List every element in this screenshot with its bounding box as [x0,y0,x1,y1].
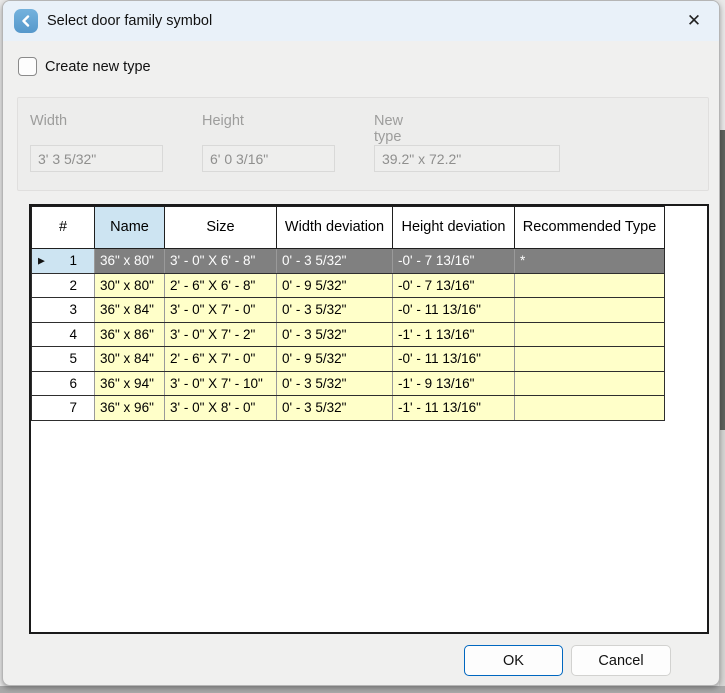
create-new-type-checkbox[interactable] [18,57,37,76]
cell-size[interactable]: 3' - 0" X 6' - 8" [165,249,277,274]
row-number: 4 [69,327,77,342]
table-row[interactable]: ▶5 30" x 84" 2' - 6" X 7' - 0" 0' - 9 5/… [32,347,665,372]
header-name[interactable]: Name [95,207,165,249]
cell-name[interactable]: 36" x 84" [95,298,165,323]
cell-name[interactable]: 36" x 80" [95,249,165,274]
row-selector-arrow-icon: ▶ [38,255,45,266]
background-shadow-strip [0,686,725,693]
row-number-cell[interactable]: ▶6 [32,371,95,396]
app-back-chevron-icon [14,9,38,33]
row-number: 1 [69,253,77,268]
header-width-deviation[interactable]: Width deviation [277,207,393,249]
height-input[interactable]: 6' 0 3/16" [202,145,335,172]
cell-width-deviation[interactable]: 0' - 3 5/32" [277,371,393,396]
table-row[interactable]: ▶2 30" x 80" 2' - 6" X 6' - 8" 0' - 9 5/… [32,273,665,298]
cell-recommended-type[interactable] [515,273,665,298]
cell-size[interactable]: 2' - 6" X 7' - 0" [165,347,277,372]
cell-recommended-type[interactable] [515,298,665,323]
create-new-type-label: Create new type [45,59,151,75]
height-label: Height [202,113,244,129]
cell-size[interactable]: 3' - 0" X 7' - 10" [165,371,277,396]
create-new-type-option[interactable]: Create new type [18,57,151,76]
row-number-cell[interactable]: ▶4 [32,322,95,347]
width-input[interactable]: 3' 3 5/32" [30,145,163,172]
row-number-cell[interactable]: ▶1 [32,249,95,274]
cell-width-deviation[interactable]: 0' - 3 5/32" [277,249,393,274]
cell-recommended-type[interactable] [515,347,665,372]
cell-size[interactable]: 2' - 6" X 6' - 8" [165,273,277,298]
cell-name[interactable]: 36" x 94" [95,371,165,396]
dimensions-panel: Width 3' 3 5/32" Height 6' 0 3/16" New t… [17,97,709,191]
new-type-name-input[interactable]: 39.2" x 72.2" [374,145,560,172]
header-size[interactable]: Size [165,207,277,249]
cell-width-deviation[interactable]: 0' - 9 5/32" [277,273,393,298]
table-header-row: # Name Size Width deviation Height devia… [32,207,665,249]
door-types-table: # Name Size Width deviation Height devia… [31,206,665,421]
cell-recommended-type[interactable] [515,371,665,396]
ok-button[interactable]: OK [464,645,563,676]
cell-name[interactable]: 36" x 86" [95,322,165,347]
cell-recommended-type[interactable] [515,322,665,347]
table-row[interactable]: ▶3 36" x 84" 3' - 0" X 7' - 0" 0' - 3 5/… [32,298,665,323]
row-number-cell[interactable]: ▶2 [32,273,95,298]
table-row[interactable]: ▶1 36" x 80" 3' - 0" X 6' - 8" 0' - 3 5/… [32,249,665,274]
cell-width-deviation[interactable]: 0' - 9 5/32" [277,347,393,372]
cell-name[interactable]: 36" x 96" [95,396,165,421]
cell-size[interactable]: 3' - 0" X 7' - 0" [165,298,277,323]
row-number: 6 [69,376,77,391]
door-types-grid[interactable]: # Name Size Width deviation Height devia… [29,204,709,634]
row-number-cell[interactable]: ▶3 [32,298,95,323]
cancel-button[interactable]: Cancel [571,645,671,676]
row-number-cell[interactable]: ▶7 [32,396,95,421]
cell-width-deviation[interactable]: 0' - 3 5/32" [277,298,393,323]
cell-name[interactable]: 30" x 80" [95,273,165,298]
cell-height-deviation[interactable]: -0' - 11 13/16" [393,298,515,323]
row-number: 5 [69,351,77,366]
header-recommended-type[interactable]: Recommended Type [515,207,665,249]
row-number-cell[interactable]: ▶5 [32,347,95,372]
close-icon[interactable]: ✕ [683,10,705,32]
width-label: Width [30,113,67,129]
cell-name[interactable]: 30" x 84" [95,347,165,372]
table-row[interactable]: ▶7 36" x 96" 3' - 0" X 8' - 0" 0' - 3 5/… [32,396,665,421]
row-number: 2 [69,278,77,293]
table-row[interactable]: ▶4 36" x 86" 3' - 0" X 7' - 2" 0' - 3 5/… [32,322,665,347]
cell-size[interactable]: 3' - 0" X 8' - 0" [165,396,277,421]
cell-width-deviation[interactable]: 0' - 3 5/32" [277,322,393,347]
cell-height-deviation[interactable]: -1' - 11 13/16" [393,396,515,421]
cell-height-deviation[interactable]: -0' - 7 13/16" [393,273,515,298]
header-height-deviation[interactable]: Height deviation [393,207,515,249]
cell-width-deviation[interactable]: 0' - 3 5/32" [277,396,393,421]
select-door-family-symbol-dialog: Select door family symbol ✕ Create new t… [2,0,720,686]
cell-recommended-type[interactable]: * [515,249,665,274]
cell-height-deviation[interactable]: -0' - 11 13/16" [393,347,515,372]
title-bar[interactable]: Select door family symbol ✕ [3,1,719,41]
table-row[interactable]: ▶6 36" x 94" 3' - 0" X 7' - 10" 0' - 3 5… [32,371,665,396]
cell-height-deviation[interactable]: -1' - 1 13/16" [393,322,515,347]
cell-size[interactable]: 3' - 0" X 7' - 2" [165,322,277,347]
row-number: 7 [69,400,77,415]
cell-height-deviation[interactable]: -1' - 9 13/16" [393,371,515,396]
dialog-title: Select door family symbol [47,13,212,29]
cell-recommended-type[interactable] [515,396,665,421]
row-number: 3 [69,302,77,317]
cell-height-deviation[interactable]: -0' - 7 13/16" [393,249,515,274]
header-number[interactable]: # [32,207,95,249]
